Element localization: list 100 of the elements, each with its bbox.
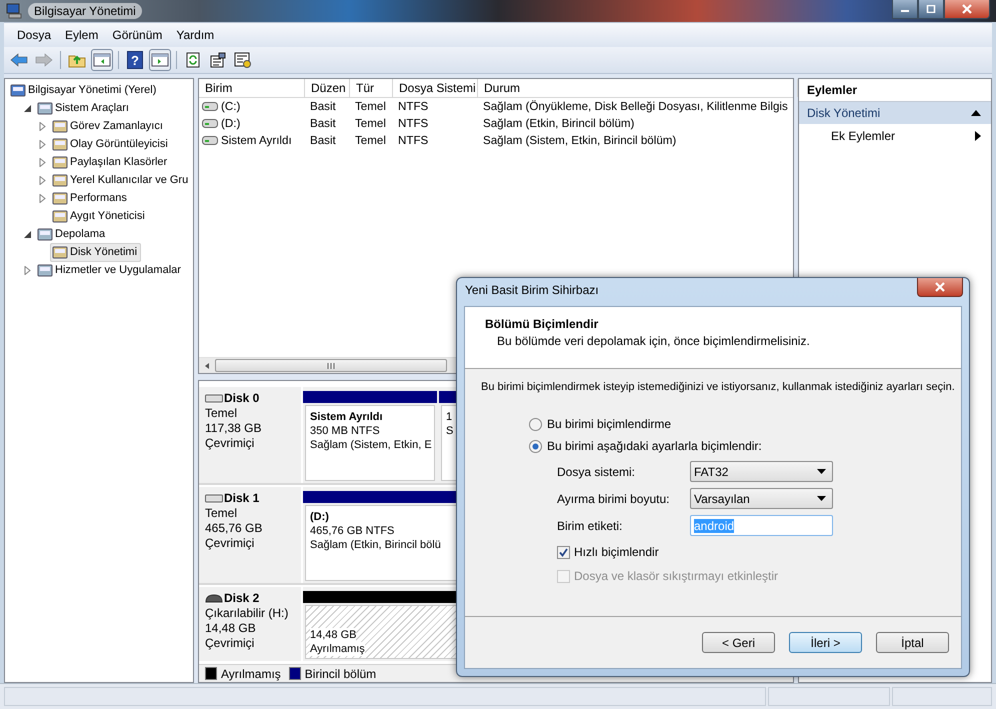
wizard-button[interactable]: İleri >	[789, 632, 862, 653]
table-cell: NTFS	[398, 100, 428, 113]
menu-item[interactable]: Görünüm	[105, 26, 170, 44]
dropdown[interactable]: FAT32	[690, 461, 833, 482]
dialog-subheading: Bu bölümde veri depolamak için, önce biçimlendirmelisiniz.	[497, 334, 810, 348]
partition-title: Sistem Ayrıldı	[310, 410, 383, 424]
tree-item[interactable]: Görev Zamanlayıcı	[50, 116, 167, 136]
table-cell: Sağlam (Sistem, Etkin, Birincil bölüm)	[483, 134, 676, 147]
legend-label: Ayrılmamış	[221, 666, 281, 680]
checkbox-option[interactable]: Hızlı biçimlendir	[557, 544, 659, 560]
dialog-title: Yeni Basit Birim Sihirbazı	[465, 283, 599, 297]
disk-status: Çevrimiçi	[205, 436, 254, 450]
radio-option[interactable]: Bu birimi aşağıdaki ayarlarla biçimlendir:	[529, 435, 762, 457]
action-section-header[interactable]: Disk Yönetimi	[799, 102, 991, 124]
menu-item[interactable]: Yardım	[169, 26, 222, 44]
table-cell: Basit	[310, 134, 336, 147]
tree-item[interactable]: Sistem Araçları	[35, 98, 133, 118]
disk-name: Disk 2	[224, 591, 260, 605]
tree-item[interactable]: Disk Yönetimi	[50, 242, 142, 262]
expand-arrow-icon[interactable]	[38, 122, 47, 130]
partition-block[interactable]: Sistem Ayrıldı 350 MB NTFS Sağlam (Sistem, Etkin, E	[305, 405, 435, 481]
legend-label: Birincil bölüm	[304, 666, 376, 680]
column-header[interactable]: Birim	[199, 79, 305, 97]
partition-size: 1	[446, 410, 452, 424]
maximize-icon	[926, 5, 936, 13]
close-icon	[961, 4, 973, 14]
partition-size: 465,76 GB NTFS	[310, 524, 394, 538]
collapse-arrow-icon	[971, 110, 981, 116]
partition-title: (D:)	[310, 510, 329, 524]
table-cell: NTFS	[398, 134, 428, 147]
maximize-button[interactable]	[918, 0, 944, 19]
table-cell: Sağlam (Etkin, Birincil bölüm)	[483, 117, 634, 130]
wizard-button[interactable]: İptal	[876, 632, 949, 653]
wizard-button[interactable]: < Geri	[702, 632, 775, 653]
table-cell: Basit	[310, 117, 336, 130]
grip-icon	[327, 362, 335, 368]
table-cell: (D:)	[221, 117, 240, 130]
drive-icon	[205, 393, 223, 403]
partition-status: Ayrılmamış	[310, 642, 365, 656]
action-item[interactable]: Ek Eylemler	[799, 124, 991, 148]
drive-icon	[202, 119, 218, 128]
close-button[interactable]	[944, 0, 990, 19]
disk-status: Çevrimiçi	[205, 536, 254, 550]
minimize-button[interactable]	[892, 0, 918, 19]
column-header[interactable]: Düzen	[305, 79, 350, 97]
disk-name: Disk 1	[224, 491, 260, 505]
expand-arrow-icon[interactable]	[23, 266, 32, 274]
disk-type: Temel	[205, 506, 238, 520]
column-header[interactable]: Tür	[350, 79, 393, 97]
drive-icon	[202, 102, 218, 111]
tree-item[interactable]: Paylaşılan Klasörler	[50, 152, 172, 172]
close-button[interactable]	[917, 278, 963, 297]
menu-item[interactable]: Eylem	[58, 26, 106, 44]
column-header[interactable]: Dosya Sistemi	[393, 79, 478, 97]
instruction-text: Bu birimi biçimlendirmek isteyip istemediğinizi ve istiyorsanız, kullanmak istediğiniz ayarları seçin.	[481, 381, 955, 393]
tree-item[interactable]: Bilgisayar Yönetimi (Yerel)	[8, 80, 160, 100]
window-title: Bilgisayar Yönetimi	[28, 3, 142, 19]
checkbox[interactable]	[557, 546, 570, 558]
menu-item[interactable]: Dosya	[10, 26, 58, 44]
tree-item[interactable]: Aygıt Yöneticisi	[50, 206, 149, 226]
tree-item[interactable]: Hizmetler ve Uygulamalar	[35, 260, 185, 280]
disk-size: 14,48 GB	[205, 621, 256, 635]
dropdown[interactable]: Varsayılan	[690, 488, 833, 509]
drive-icon	[205, 493, 223, 503]
partition-size: 350 MB NTFS	[310, 424, 380, 438]
radio-button[interactable]	[529, 440, 542, 452]
expand-arrow-icon[interactable]	[38, 158, 47, 166]
expand-arrow-icon[interactable]	[38, 176, 47, 184]
table-cell: Sağlam (Önyükleme, Disk Belleği Dosyası, Kilitlenme Bilgis	[483, 100, 788, 113]
disk-name: Disk 0	[224, 391, 260, 405]
radio-button[interactable]	[529, 418, 542, 430]
close-icon	[934, 282, 946, 292]
field-label: Birim etiketi:	[557, 518, 624, 532]
disk-size: 465,76 GB	[205, 521, 262, 535]
drive-icon	[202, 136, 218, 145]
table-cell: Basit	[310, 100, 336, 113]
scroll-left-arrow-icon[interactable]	[203, 362, 211, 370]
table-cell: Sistem Ayrıldı	[221, 134, 292, 147]
disk-size: 117,38 GB	[205, 421, 262, 435]
disk-type: Çıkarılabilir (H:)	[205, 606, 288, 620]
collapse-arrow-icon[interactable]	[23, 230, 32, 238]
help-button[interactable]: ?	[124, 49, 146, 71]
expand-arrow-icon[interactable]	[38, 194, 47, 202]
tree-item[interactable]: Performans	[50, 188, 131, 208]
partition-status: Sağlam (Etkin, Birincil bölü	[310, 538, 441, 552]
pane-toggle-button[interactable]	[91, 49, 113, 71]
table-cell: Temel	[355, 117, 386, 130]
tree-item[interactable]: Depolama	[35, 224, 110, 244]
table-cell: NTFS	[398, 117, 428, 130]
partition-status: S	[446, 424, 454, 438]
tree-item[interactable]: Olay Görüntüleyicisi	[50, 134, 172, 154]
tree-item[interactable]: Yerel Kullanıcılar ve Gru	[50, 170, 192, 190]
disk-status: Çevrimiçi	[205, 636, 254, 650]
radio-option[interactable]: Bu birimi biçimlendirme	[529, 413, 672, 435]
partition-size: 14,48 GB	[310, 628, 356, 642]
pane-toggle-button[interactable]	[149, 49, 171, 71]
expand-arrow-icon[interactable]	[38, 140, 47, 148]
table-cell: Temel	[355, 100, 386, 113]
collapse-arrow-icon[interactable]	[23, 104, 32, 112]
dropdown-arrow-icon	[817, 469, 826, 474]
